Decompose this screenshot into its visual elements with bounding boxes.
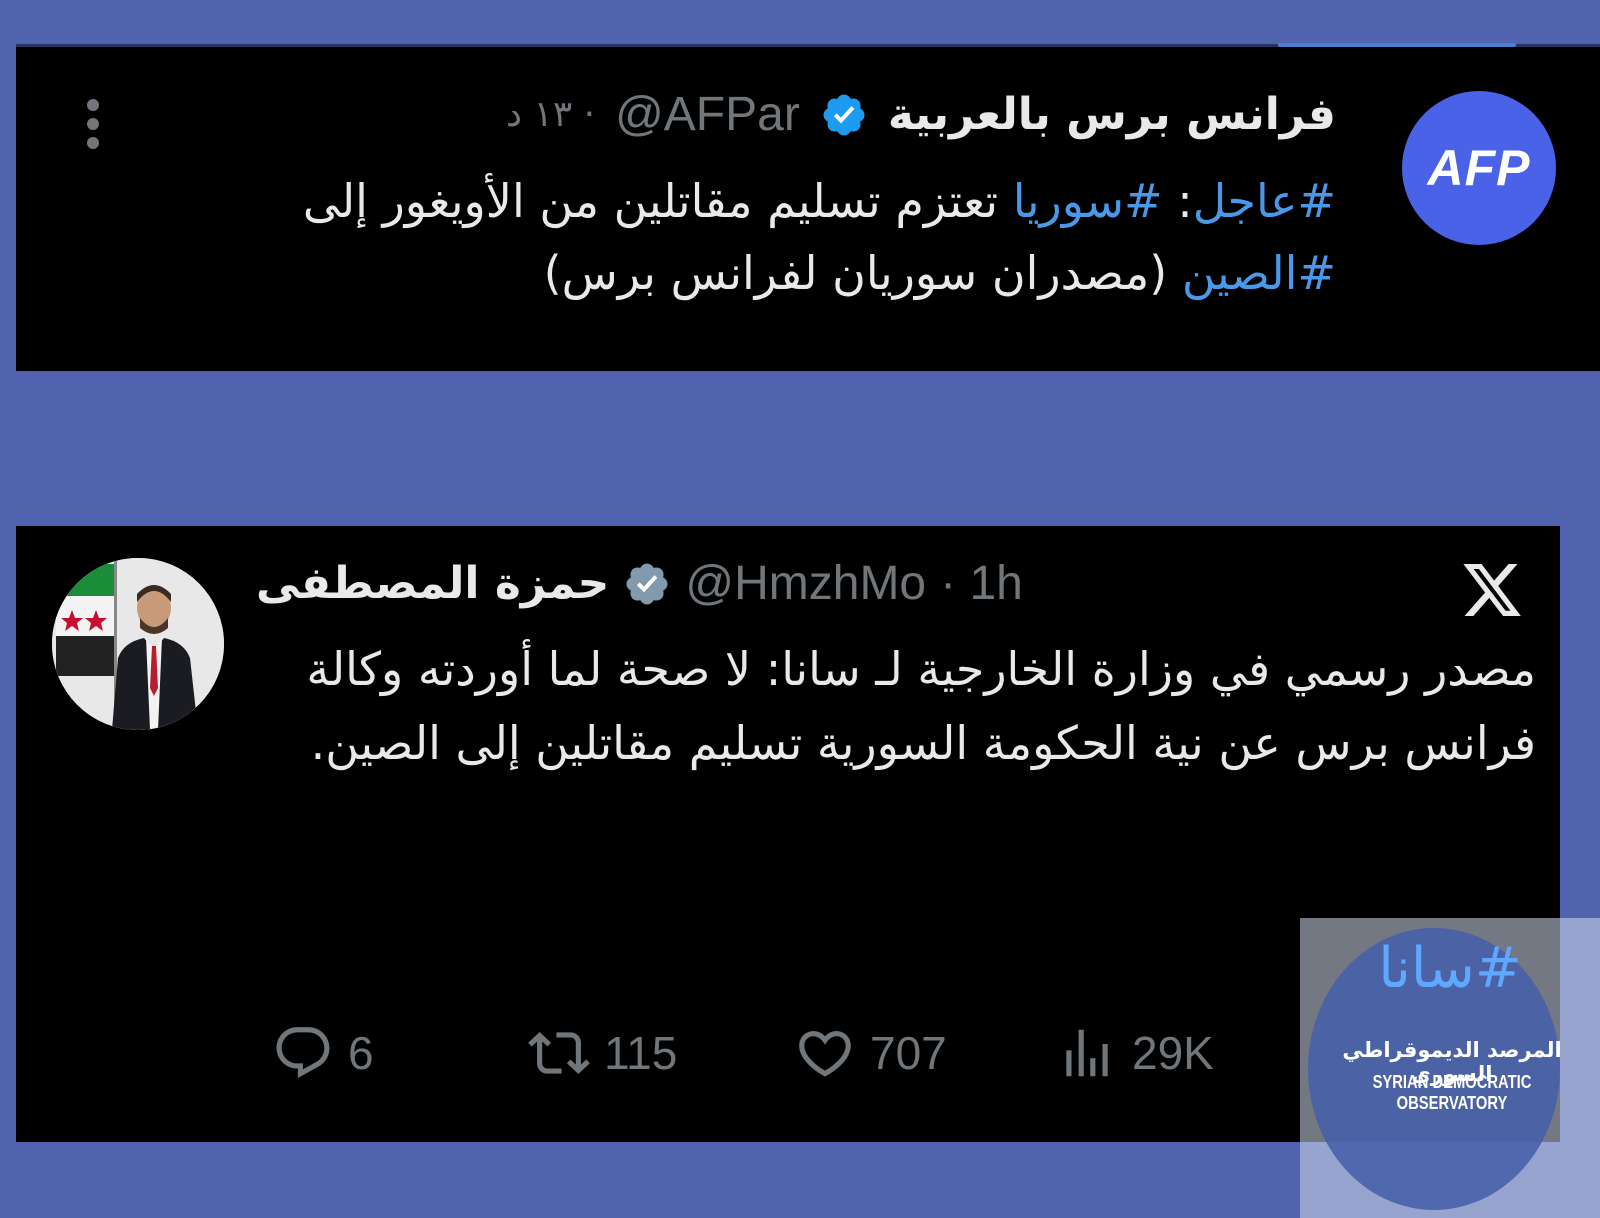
reply-count: 6 [348, 1027, 374, 1079]
tweet-body: مصدر رسمي في وزارة الخارجية لـ سانا: لا … [306, 642, 1536, 770]
hashtag-china[interactable]: #الصين [1182, 246, 1336, 300]
tweet-header: حمزة المصطفى @HmzhMo · 1h [256, 556, 1023, 611]
reply-button[interactable]: 6 [272, 1022, 374, 1084]
retweet-icon [528, 1032, 590, 1074]
hashtag-breaking[interactable]: #عاجل [1193, 174, 1336, 228]
retweet-count: 115 [604, 1027, 678, 1079]
more-options-icon[interactable] [86, 99, 100, 149]
user-handle[interactable]: @HmzhMo [685, 556, 926, 611]
active-tab-indicator [1278, 43, 1516, 47]
afp-tweet-card[interactable]: AFP فرانس برس بالعربية @AFPar · ١٣ د #عا… [16, 43, 1600, 371]
views-count: 29K [1132, 1027, 1214, 1079]
afp-avatar[interactable]: AFP [1402, 91, 1556, 245]
user-avatar[interactable] [52, 558, 224, 730]
verified-badge-icon [626, 563, 668, 604]
tweet-time[interactable]: · 1h [940, 556, 1023, 611]
tweet-time[interactable]: · ١٣ د [506, 94, 595, 135]
hashtag-syria[interactable]: #سوريا [1013, 174, 1163, 228]
retweet-button[interactable]: 115 [528, 1022, 677, 1084]
verified-badge-icon [823, 94, 865, 135]
x-logo-icon[interactable] [1456, 558, 1528, 622]
user-handle[interactable]: @AFPar [615, 87, 800, 142]
views-button[interactable]: 29K [1056, 1022, 1214, 1084]
views-chart-icon [1066, 1029, 1108, 1077]
profile-photo [52, 558, 224, 730]
tweet-body: #عاجل: #سوريا تعتزم تسليم مقاتلين من الأ… [302, 174, 1336, 300]
like-button[interactable]: 707 [794, 1022, 947, 1084]
watermark-hashtag: #سانا [1378, 936, 1522, 1001]
tweet-header: فرانس برس بالعربية @AFPar · ١٣ د [506, 87, 1336, 142]
reply-icon [276, 1027, 330, 1079]
avatar-logo-text: AFP [1427, 140, 1531, 196]
watermark-org-english: SYRIAN DEMOCRATIC OBSERVATORY [1372, 1072, 1532, 1113]
display-name[interactable]: فرانس برس بالعربية [888, 89, 1336, 140]
like-count: 707 [870, 1027, 947, 1079]
tweet-actions-bar: 6 115 707 29K [256, 1022, 1256, 1102]
display-name[interactable]: حمزة المصطفى [256, 558, 609, 609]
heart-icon [799, 1031, 851, 1077]
